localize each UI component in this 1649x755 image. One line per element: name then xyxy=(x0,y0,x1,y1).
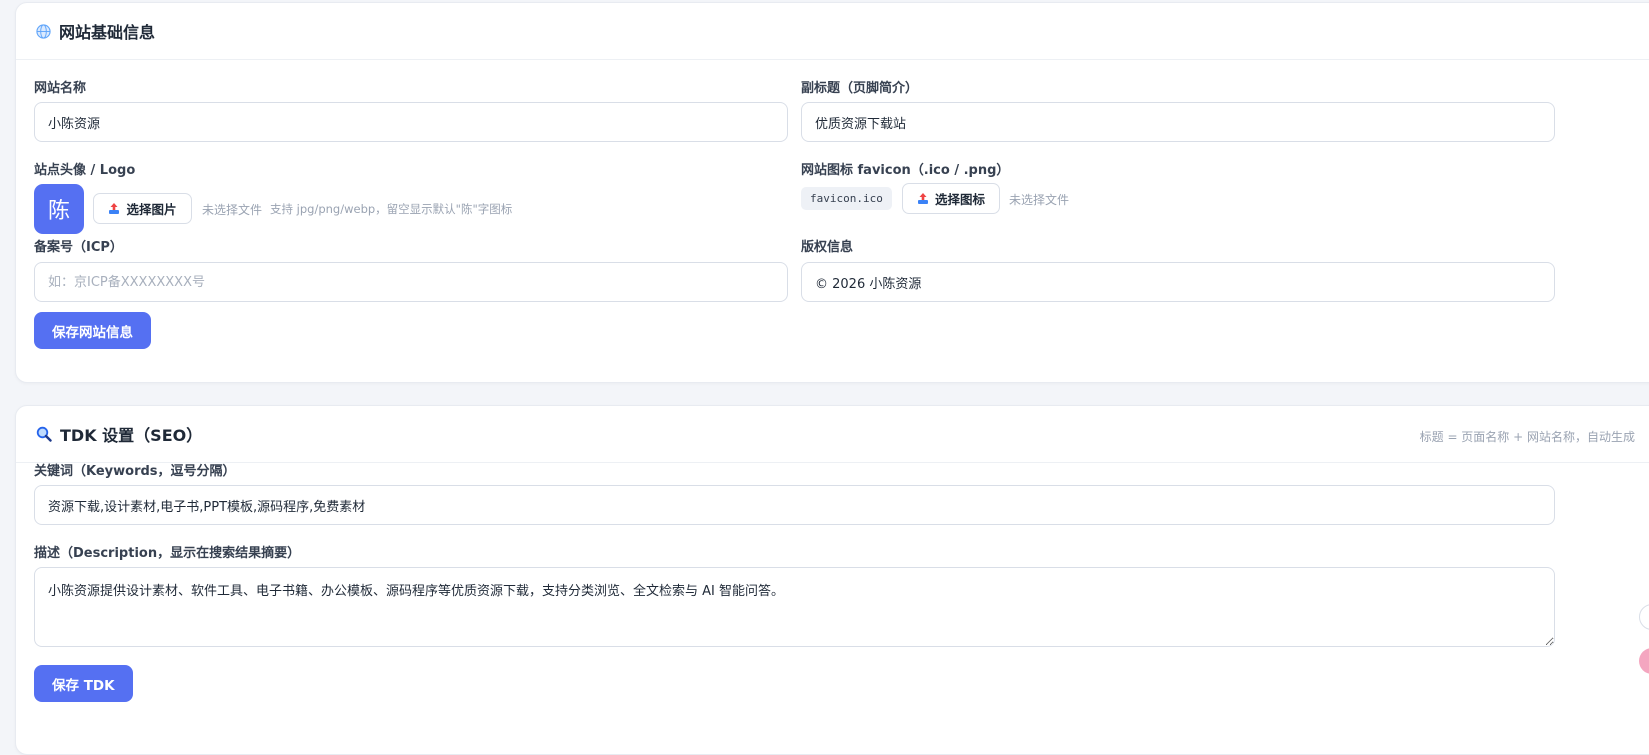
upload-icon xyxy=(109,203,120,214)
copyright-label: 版权信息 xyxy=(801,240,854,255)
favicon-label: 网站图标 favicon（.ico / .png） xyxy=(801,163,1010,178)
tdk-header-hint: 标题 = 页面名称 + 网站名称，自动生成 xyxy=(1419,430,1635,444)
logo-hint: 支持 jpg/png/webp，留空显示默认"陈"字图标 xyxy=(270,202,513,216)
save-site-info-button[interactable]: 保存网站信息 xyxy=(34,312,151,349)
site-info-title-text: 网站基础信息 xyxy=(59,23,156,42)
logo-file-status: 未选择文件 xyxy=(202,203,263,217)
description-textarea[interactable]: 小陈资源提供设计素材、软件工具、电子书籍、办公模板、源码程序等优质资源下载，支持… xyxy=(34,567,1555,647)
description-label: 描述（Description，显示在搜索结果摘要） xyxy=(34,546,301,561)
globe-icon xyxy=(36,23,51,39)
tdk-title: TDK 设置（SEO） xyxy=(36,422,202,446)
upload-icon xyxy=(917,193,928,204)
keywords-input[interactable] xyxy=(34,485,1555,525)
subtitle-input[interactable] xyxy=(801,102,1555,142)
tdk-title-text: TDK 设置（SEO） xyxy=(60,426,203,445)
site-info-card: 网站基础信息 网站名称 副标题（页脚简介） 站点头像 / Logo 陈 选择图片… xyxy=(15,2,1649,383)
site-name-input[interactable] xyxy=(34,102,788,142)
site-info-header: 网站基础信息 xyxy=(16,3,1649,60)
tdk-header: TDK 设置（SEO） 标题 = 页面名称 + 网站名称，自动生成 xyxy=(16,406,1649,463)
site-name-label: 网站名称 xyxy=(34,81,87,96)
copyright-input[interactable] xyxy=(801,262,1555,302)
favicon-file-status: 未选择文件 xyxy=(1009,193,1070,207)
choose-favicon-label: 选择图标 xyxy=(934,192,985,207)
icp-label: 备案号（ICP） xyxy=(34,240,123,255)
tdk-card: TDK 设置（SEO） 标题 = 页面名称 + 网站名称，自动生成 关键词（Ke… xyxy=(15,405,1649,755)
avatar: 陈 xyxy=(34,184,84,234)
subtitle-label: 副标题（页脚简介） xyxy=(801,81,919,96)
choose-image-button[interactable]: 选择图片 xyxy=(93,193,192,224)
site-info-title: 网站基础信息 xyxy=(36,19,155,43)
icp-input[interactable] xyxy=(34,262,788,302)
favicon-current-file: favicon.ico xyxy=(801,187,892,210)
keywords-label: 关键词（Keywords，逗号分隔） xyxy=(34,464,236,479)
search-icon xyxy=(36,426,52,442)
logo-label: 站点头像 / Logo xyxy=(34,163,136,178)
choose-image-label: 选择图片 xyxy=(126,202,177,217)
save-tdk-button[interactable]: 保存 TDK xyxy=(34,665,133,702)
choose-favicon-button[interactable]: 选择图标 xyxy=(902,183,1000,214)
